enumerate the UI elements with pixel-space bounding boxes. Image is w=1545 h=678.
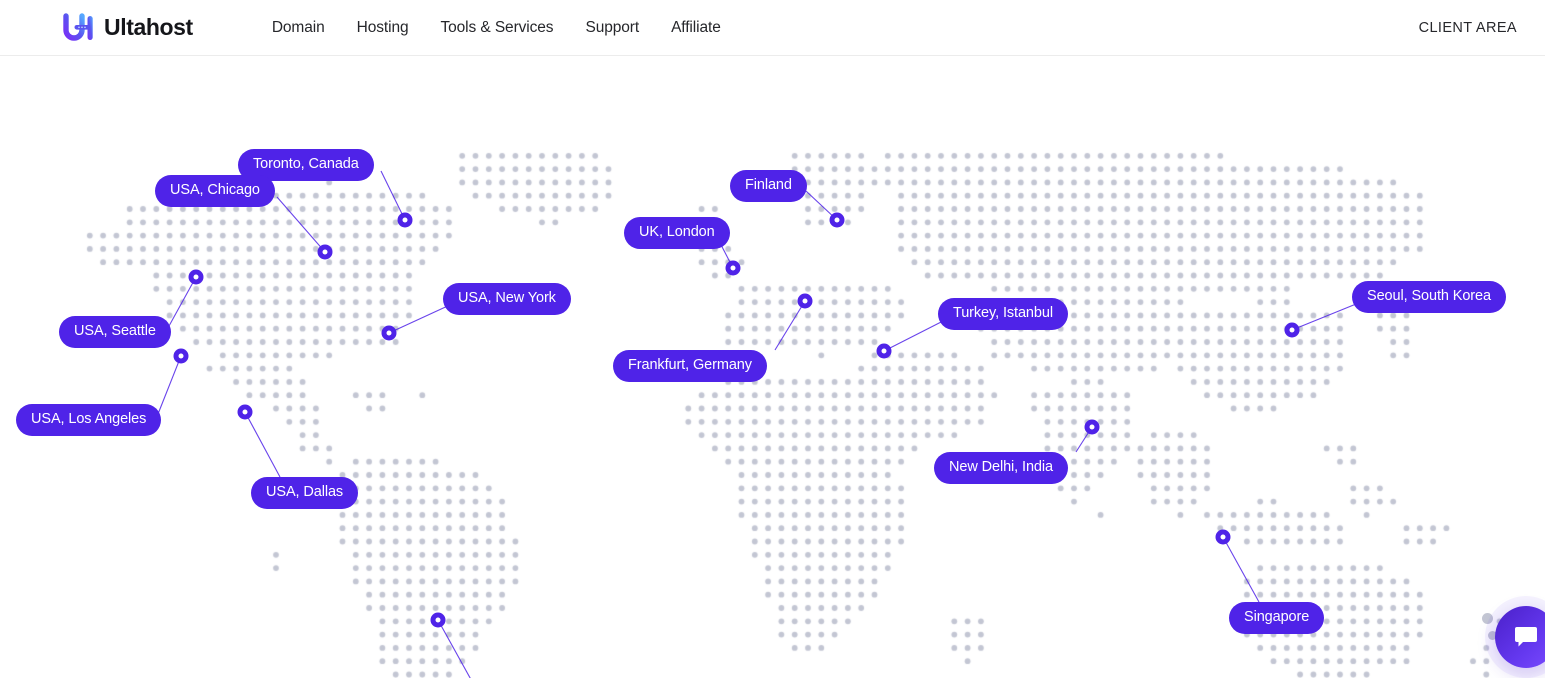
client-area-link[interactable]: CLIENT AREA: [1419, 20, 1517, 36]
map-marker-dallas[interactable]: [238, 405, 253, 420]
map-label-istanbul[interactable]: Turkey, Istanbul: [938, 298, 1068, 330]
map-label-frankfurt[interactable]: Frankfurt, Germany: [613, 350, 767, 382]
map-label-new-delhi[interactable]: New Delhi, India: [934, 452, 1068, 484]
map-marker-brazil[interactable]: [431, 613, 446, 628]
map-label-finland[interactable]: Finland: [730, 170, 807, 202]
nav-item-domain[interactable]: Domain: [256, 11, 341, 45]
map-label-dallas[interactable]: USA, Dallas: [251, 477, 358, 509]
nav-item-affiliate[interactable]: Affiliate: [655, 11, 737, 45]
nav-item-hosting[interactable]: Hosting: [341, 11, 425, 45]
map-label-new-york[interactable]: USA, New York: [443, 283, 571, 315]
map-marker-finland[interactable]: [830, 213, 845, 228]
map-marker-new-york[interactable]: [382, 326, 397, 341]
map-label-london[interactable]: UK, London: [624, 217, 730, 249]
brand-name: Ultahost: [104, 16, 193, 39]
map-marker-london[interactable]: [726, 261, 741, 276]
map-marker-istanbul[interactable]: [877, 344, 892, 359]
map-label-chicago[interactable]: USA, Chicago: [155, 175, 275, 207]
map-label-singapore[interactable]: Singapore: [1229, 602, 1324, 634]
map-label-seoul[interactable]: Seoul, South Korea: [1352, 281, 1506, 313]
nav-item-tools-services[interactable]: Tools & Services: [424, 11, 569, 45]
map-marker-seoul[interactable]: [1285, 323, 1300, 338]
map-marker-frankfurt[interactable]: [798, 294, 813, 309]
map-marker-toronto[interactable]: [398, 213, 413, 228]
main-navigation: Domain Hosting Tools & Services Support …: [256, 11, 737, 45]
chat-decor-dot-large: [1482, 613, 1493, 624]
site-header: Ultahost Domain Hosting Tools & Services…: [0, 0, 1545, 56]
map-marker-new-delhi[interactable]: [1085, 420, 1100, 435]
ultahost-uh-monogram-icon: [60, 13, 100, 43]
dotted-world-map: [0, 56, 1545, 678]
nav-item-support[interactable]: Support: [569, 11, 655, 45]
chat-bubble-icon: [1514, 626, 1538, 648]
map-marker-chicago[interactable]: [318, 245, 333, 260]
map-marker-singapore[interactable]: [1216, 530, 1231, 545]
map-marker-los-angeles[interactable]: [174, 349, 189, 364]
map-label-seattle[interactable]: USA, Seattle: [59, 316, 171, 348]
map-label-los-angeles[interactable]: USA, Los Angeles: [16, 404, 161, 436]
world-map-section: Toronto, CanadaUSA, ChicagoUSA, SeattleU…: [0, 56, 1545, 678]
map-marker-seattle[interactable]: [189, 270, 204, 285]
brand-logo[interactable]: Ultahost: [60, 13, 193, 43]
